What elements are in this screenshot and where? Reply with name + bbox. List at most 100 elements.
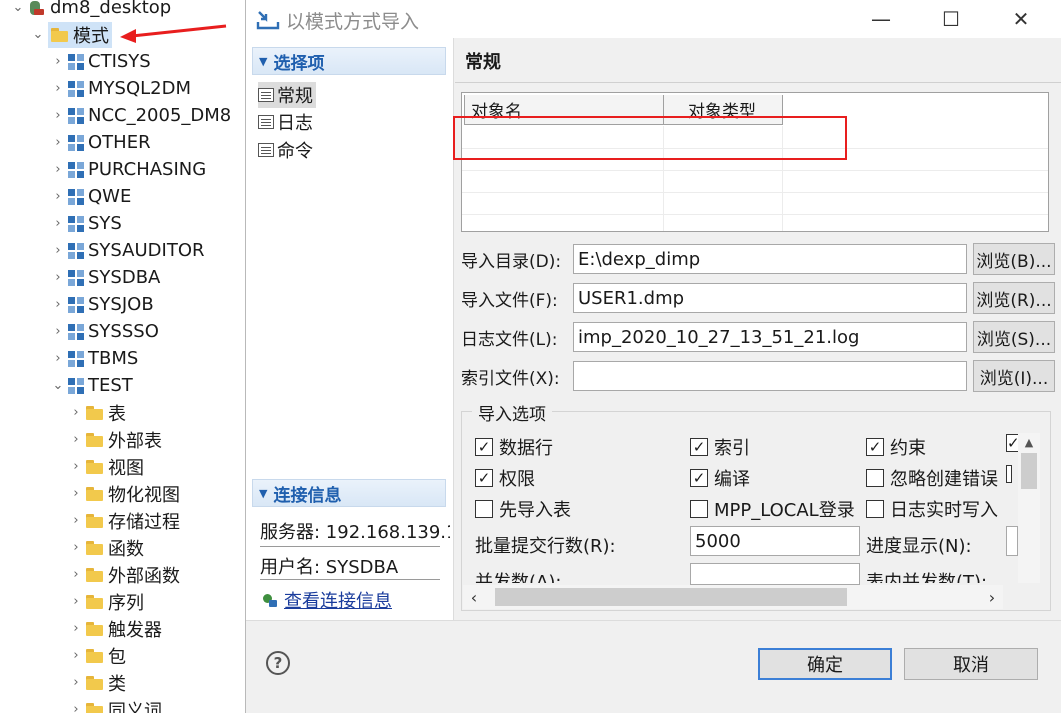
tree-node-folder[interactable]: › 表 (68, 399, 126, 426)
chevron-right-icon[interactable]: › (68, 675, 84, 691)
chevron-right-icon[interactable]: › (68, 486, 84, 502)
checkbox-empty-icon[interactable] (1006, 465, 1012, 483)
batch-rows-input[interactable]: 5000 (690, 526, 860, 556)
tree-node-schema[interactable]: › SYSDBA (50, 264, 160, 291)
import-directory-input[interactable]: E:\dexp_dimp (573, 244, 967, 274)
maximize-button[interactable]: ☐ (928, 0, 974, 38)
option-checkbox[interactable]: ✓ 约束 (866, 434, 926, 460)
nav-item-log[interactable]: 日志 (258, 109, 313, 135)
tree-node-test[interactable]: ⌄ TEST (50, 372, 133, 399)
parallel-input[interactable] (690, 563, 860, 585)
tree-node-schema[interactable]: › OTHER (50, 129, 150, 156)
chevron-right-icon[interactable]: › (68, 567, 84, 583)
tree-node-folder[interactable]: › 外部表 (68, 426, 162, 453)
tree-node-folder[interactable]: › 触发器 (68, 615, 162, 642)
option-checkbox[interactable]: ✓ 数据行 (475, 434, 553, 460)
option-checkbox[interactable]: ✓ 权限 (475, 465, 535, 491)
checkmark-icon[interactable]: ✓ (1006, 434, 1018, 452)
tree-node-folder[interactable]: › 物化视图 (68, 480, 180, 507)
chevron-right-icon[interactable]: › (68, 513, 84, 529)
cancel-button[interactable]: 取消 (904, 648, 1038, 680)
chevron-down-icon[interactable]: ⌄ (10, 0, 26, 16)
option-checkbox[interactable]: 先导入表 (475, 496, 571, 522)
tree-node-schema[interactable]: › PURCHASING (50, 156, 206, 183)
tree-node-schema[interactable]: › SYSJOB (50, 291, 153, 318)
option-checkbox[interactable]: 日志实时写入 (866, 496, 998, 522)
tree-node-schema[interactable]: › NCC_2005_DM8 (50, 102, 231, 129)
minimize-button[interactable]: — (858, 0, 904, 38)
chevron-right-icon[interactable]: › (68, 702, 84, 713)
tree-node-folder[interactable]: › 包 (68, 642, 126, 669)
tree-node-folder[interactable]: › 函数 (68, 534, 144, 561)
chevron-right-icon[interactable]: › (68, 621, 84, 637)
progress-display-input[interactable] (1006, 526, 1018, 556)
tree-node-folder[interactable]: › 同义词 (68, 696, 162, 713)
connection-info-header[interactable]: ▼ 连接信息 (252, 479, 446, 507)
index-file-browse-button[interactable]: 浏览(I)... (973, 360, 1055, 392)
tree-node-root[interactable]: ⌄ dm8_desktop (10, 0, 172, 21)
scroll-thumb[interactable] (1021, 453, 1037, 489)
option-checkbox[interactable]: MPP_LOCAL登录 (690, 496, 855, 522)
checkbox-empty-icon[interactable] (475, 500, 493, 518)
scroll-left-icon[interactable]: ‹ (463, 585, 485, 609)
tree-node-schema[interactable]: › MYSQL2DM (50, 75, 191, 102)
tree-node-schema[interactable]: › SYS (50, 210, 121, 237)
log-file-browse-button[interactable]: 浏览(S)... (973, 321, 1055, 353)
tree-node-schema[interactable]: › SYSAUDITOR (50, 237, 204, 264)
help-icon[interactable]: ? (266, 651, 290, 675)
option-checkbox[interactable] (1006, 465, 1018, 483)
tree-node-folder[interactable]: › 序列 (68, 588, 144, 615)
option-checkbox[interactable]: ✓ (1006, 434, 1018, 452)
import-file-browse-button[interactable]: 浏览(R)... (973, 282, 1055, 314)
tree-node-schema[interactable]: › SYSSSO (50, 318, 158, 345)
chevron-right-icon[interactable]: › (50, 108, 66, 124)
tree-node-folder[interactable]: › 存储过程 (68, 507, 180, 534)
chevron-right-icon[interactable]: › (68, 648, 84, 664)
tree-node-schemas[interactable]: ⌄ 模式 (30, 21, 112, 48)
chevron-right-icon[interactable]: › (50, 135, 66, 151)
nav-section-header[interactable]: ▼ 选择项 (252, 47, 446, 75)
chevron-right-icon[interactable]: › (68, 459, 84, 475)
chevron-down-icon[interactable]: ⌄ (50, 378, 66, 394)
chevron-right-icon[interactable]: › (68, 540, 84, 556)
chevron-right-icon[interactable]: › (50, 324, 66, 340)
nav-item-general[interactable]: 常规 (258, 82, 316, 108)
import-directory-browse-button[interactable]: 浏览(B)... (973, 243, 1055, 275)
checkmark-icon[interactable]: ✓ (475, 469, 493, 487)
chevron-right-icon[interactable]: › (50, 162, 66, 178)
option-checkbox[interactable]: ✓ 编译 (690, 465, 750, 491)
object-table[interactable]: 对象名 对象类型 (461, 92, 1049, 232)
chevron-right-icon[interactable]: › (50, 81, 66, 97)
option-checkbox[interactable]: 忽略创建错误 (866, 465, 998, 491)
chevron-right-icon[interactable]: › (50, 297, 66, 313)
tree-node-schema[interactable]: › QWE (50, 183, 131, 210)
view-connection-link[interactable]: 查看连接信息 (284, 587, 392, 613)
scroll-right-icon[interactable]: › (981, 585, 1003, 609)
log-file-input[interactable]: imp_2020_10_27_13_51_21.log (573, 322, 967, 352)
checkmark-icon[interactable]: ✓ (866, 438, 884, 456)
ok-button[interactable]: 确定 (758, 648, 892, 680)
chevron-right-icon[interactable]: › (50, 270, 66, 286)
import-file-input[interactable]: USER1.dmp (573, 283, 967, 313)
tree-node-schema[interactable]: › CTISYS (50, 48, 150, 75)
checkmark-icon[interactable]: ✓ (690, 469, 708, 487)
option-checkbox[interactable]: ✓ 索引 (690, 434, 750, 460)
index-file-input[interactable] (573, 361, 967, 391)
tree-node-schema[interactable]: › TBMS (50, 345, 138, 372)
tree-node-folder[interactable]: › 类 (68, 669, 126, 696)
tree-node-folder[interactable]: › 视图 (68, 453, 144, 480)
scroll-thumb[interactable] (495, 588, 847, 606)
checkbox-empty-icon[interactable] (690, 500, 708, 518)
chevron-right-icon[interactable]: › (50, 189, 66, 205)
chevron-down-icon[interactable]: ⌄ (30, 27, 46, 43)
chevron-right-icon[interactable]: › (50, 54, 66, 70)
close-button[interactable]: ✕ (998, 0, 1044, 38)
chevron-right-icon[interactable]: › (68, 405, 84, 421)
horizontal-scrollbar[interactable]: ‹ › (463, 585, 1003, 609)
chevron-right-icon[interactable]: › (68, 432, 84, 448)
checkbox-empty-icon[interactable] (866, 469, 884, 487)
checkmark-icon[interactable]: ✓ (475, 438, 493, 456)
vertical-scrollbar[interactable]: ▲ (1018, 433, 1040, 583)
chevron-right-icon[interactable]: › (50, 216, 66, 232)
chevron-right-icon[interactable]: › (68, 594, 84, 610)
